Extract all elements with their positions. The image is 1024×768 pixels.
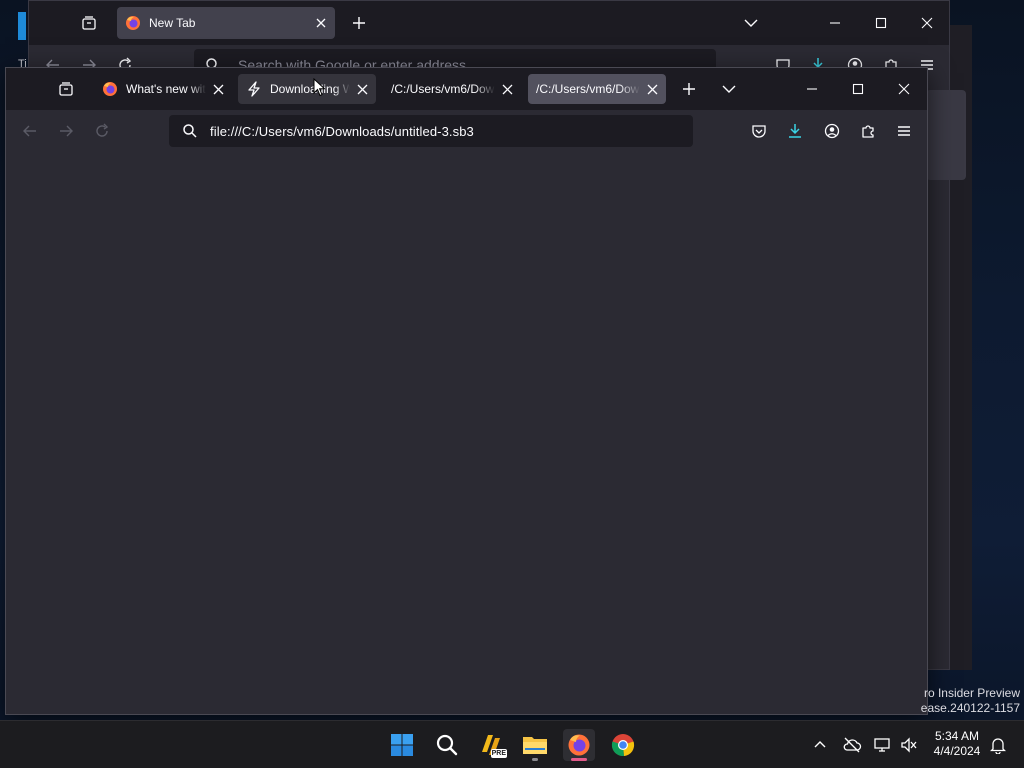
notifications-button[interactable] <box>986 733 1010 757</box>
windows-watermark-line1: ro Insider Preview <box>923 686 1020 700</box>
bell-icon <box>990 736 1006 754</box>
back-tab-manager-icon[interactable] <box>75 9 103 37</box>
plus-icon <box>682 82 696 96</box>
extensions-icon <box>860 123 876 139</box>
reload-button[interactable] <box>88 117 116 145</box>
maximize-icon <box>852 83 864 95</box>
chevron-up-icon <box>814 739 826 751</box>
tab-title: What's new with <box>126 82 206 96</box>
tab-manager-icon <box>58 81 74 97</box>
firefox-icon <box>102 81 118 97</box>
lightning-icon <box>246 81 262 97</box>
forward-button[interactable] <box>52 117 80 145</box>
firefox-icon <box>125 15 141 31</box>
tab-title: Downloading W <box>270 82 350 96</box>
close-window-button[interactable] <box>890 75 918 103</box>
network-button[interactable] <box>871 733 895 757</box>
close-icon <box>898 83 910 95</box>
close-icon[interactable] <box>315 17 327 29</box>
pocket-button[interactable] <box>745 117 773 145</box>
windows-watermark-line2: ease.240122-1157 <box>920 701 1020 715</box>
tab-manager-button[interactable] <box>52 75 80 103</box>
cloud-off-icon <box>842 737 862 753</box>
chrome-taskbar-button[interactable] <box>607 729 639 761</box>
start-button[interactable] <box>386 729 418 761</box>
copilot-pre-icon: PRE <box>478 732 507 758</box>
back-close-button[interactable] <box>913 9 941 37</box>
close-icon[interactable] <box>354 81 370 97</box>
chevron-down-icon <box>722 82 736 96</box>
search-icon <box>182 123 198 139</box>
volume-muted-icon <box>900 737 918 753</box>
close-icon[interactable] <box>210 81 226 97</box>
tab-file-path-active[interactable]: /C:/Users/vm6/Dow <box>528 74 666 104</box>
reload-icon <box>94 123 110 139</box>
pre-badge: PRE <box>490 749 507 758</box>
back-minimize-button[interactable] <box>821 9 849 37</box>
download-icon <box>787 123 803 139</box>
account-button[interactable] <box>818 117 846 145</box>
navigation-toolbar: file:///C:/Users/vm6/Downloads/untitled-… <box>6 110 927 152</box>
app-menu-button[interactable] <box>890 117 918 145</box>
file-explorer-button[interactable] <box>519 729 551 761</box>
list-all-tabs-button[interactable] <box>715 75 743 103</box>
copilot-preview-button[interactable]: PRE <box>475 729 507 761</box>
file-explorer-icon <box>522 734 548 756</box>
minimize-button[interactable] <box>798 75 826 103</box>
chrome-icon <box>611 733 635 757</box>
back-maximize-button[interactable] <box>867 9 895 37</box>
show-hidden-icons-button[interactable] <box>808 733 832 757</box>
mouse-cursor-icon <box>313 78 327 98</box>
account-icon <box>824 123 840 139</box>
tab-title: /C:/Users/vm6/Downl <box>391 82 495 96</box>
back-tab-title: New Tab <box>149 16 196 30</box>
arrow-right-icon <box>58 123 74 139</box>
pocket-icon <box>751 123 767 139</box>
running-indicator <box>532 758 538 761</box>
close-icon[interactable] <box>644 81 660 97</box>
minimize-icon <box>806 83 818 95</box>
tab-bar: What's new with Downloading W /C:/Users/… <box>6 68 927 110</box>
tab-downloading[interactable]: Downloading W <box>238 74 376 104</box>
back-list-tabs-button[interactable] <box>737 9 765 37</box>
back-tab-bar: New Tab <box>29 1 949 45</box>
clock-date: 4/4/2024 <box>933 744 981 758</box>
search-icon <box>436 734 458 756</box>
main-browser-window[interactable]: What's new with Downloading W /C:/Users/… <box>5 67 928 715</box>
volume-button[interactable] <box>897 733 921 757</box>
taskbar: PRE 5:34 AM 4/4/2024 <box>0 720 1024 768</box>
maximize-button[interactable] <box>844 75 872 103</box>
firefox-icon <box>567 733 591 757</box>
background-window-panel <box>926 90 966 180</box>
network-icon <box>874 737 892 753</box>
onedrive-button[interactable] <box>840 733 864 757</box>
tab-file-path[interactable]: /C:/Users/vm6/Downl <box>383 74 521 104</box>
back-tab-new-tab[interactable]: New Tab <box>117 7 335 39</box>
downloads-button[interactable] <box>781 117 809 145</box>
clock-time: 5:34 AM <box>934 729 980 743</box>
url-text: file:///C:/Users/vm6/Downloads/untitled-… <box>210 123 474 139</box>
system-clock[interactable]: 5:34 AM 4/4/2024 <box>926 729 988 759</box>
active-indicator <box>571 758 587 761</box>
hamburger-menu-icon <box>896 123 912 139</box>
back-new-tab-button[interactable] <box>345 9 373 37</box>
extensions-button[interactable] <box>854 117 882 145</box>
start-icon <box>390 733 414 757</box>
arrow-left-icon <box>22 123 38 139</box>
back-button[interactable] <box>16 117 44 145</box>
tab-title: /C:/Users/vm6/Dow <box>536 82 640 96</box>
new-tab-button[interactable] <box>675 75 703 103</box>
close-icon[interactable] <box>499 81 515 97</box>
url-bar[interactable]: file:///C:/Users/vm6/Downloads/untitled-… <box>169 115 693 147</box>
desktop-window-edge <box>18 12 26 40</box>
firefox-taskbar-button[interactable] <box>563 729 595 761</box>
page-content[interactable] <box>6 152 927 714</box>
tab-whats-new[interactable]: What's new with <box>94 74 232 104</box>
taskbar-search-button[interactable] <box>431 729 463 761</box>
